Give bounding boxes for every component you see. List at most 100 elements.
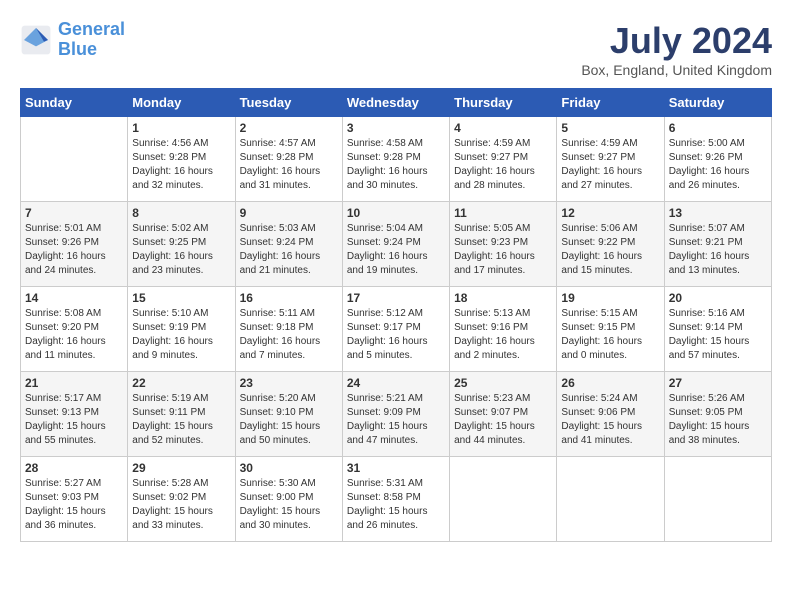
day-header-wednesday: Wednesday xyxy=(342,89,449,117)
calendar-cell: 1 Sunrise: 4:56 AM Sunset: 9:28 PM Daylig… xyxy=(128,117,235,202)
day-info: Sunrise: 4:57 AM Sunset: 9:28 PM Dayligh… xyxy=(240,137,338,193)
calendar-cell: 4 Sunrise: 4:59 AM Sunset: 9:27 PM Daylig… xyxy=(450,117,557,202)
day-number: 22 xyxy=(132,376,230,390)
day-number: 8 xyxy=(132,206,230,220)
day-number: 18 xyxy=(454,291,552,305)
day-info: Sunrise: 5:31 AM Sunset: 8:58 PM Dayligh… xyxy=(347,477,445,533)
calendar-cell: 13 Sunrise: 5:07 AM Sunset: 9:21 PM Dayli… xyxy=(664,202,771,287)
day-number: 13 xyxy=(669,206,767,220)
day-info: Sunrise: 5:20 AM Sunset: 9:10 PM Dayligh… xyxy=(240,392,338,448)
day-info: Sunrise: 5:04 AM Sunset: 9:24 PM Dayligh… xyxy=(347,222,445,278)
week-row-5: 28Sunrise: 5:27 AM Sunset: 9:03 PM Dayli… xyxy=(21,457,772,542)
day-header-saturday: Saturday xyxy=(664,89,771,117)
day-info: Sunrise: 5:03 AM Sunset: 9:24 PM Dayligh… xyxy=(240,222,338,278)
day-info: Sunrise: 5:19 AM Sunset: 9:11 PM Dayligh… xyxy=(132,392,230,448)
day-info: Sunrise: 5:08 AM Sunset: 9:20 PM Dayligh… xyxy=(25,307,123,363)
days-header-row: SundayMondayTuesdayWednesdayThursdayFrid… xyxy=(21,89,772,117)
day-info: Sunrise: 5:30 AM Sunset: 9:00 PM Dayligh… xyxy=(240,477,338,533)
calendar-cell: 3 Sunrise: 4:58 AM Sunset: 9:28 PM Daylig… xyxy=(342,117,449,202)
day-number: 3 xyxy=(347,121,445,135)
location: Box, England, United Kingdom xyxy=(581,62,772,78)
calendar-cell: 25Sunrise: 5:23 AM Sunset: 9:07 PM Dayli… xyxy=(450,372,557,457)
calendar-cell: 29Sunrise: 5:28 AM Sunset: 9:02 PM Dayli… xyxy=(128,457,235,542)
day-info: Sunrise: 5:12 AM Sunset: 9:17 PM Dayligh… xyxy=(347,307,445,363)
calendar-cell: 10 Sunrise: 5:04 AM Sunset: 9:24 PM Dayli… xyxy=(342,202,449,287)
day-info: Sunrise: 5:10 AM Sunset: 9:19 PM Dayligh… xyxy=(132,307,230,363)
day-number: 30 xyxy=(240,461,338,475)
day-info: Sunrise: 5:05 AM Sunset: 9:23 PM Dayligh… xyxy=(454,222,552,278)
calendar-cell: 22 Sunrise: 5:19 AM Sunset: 9:11 PM Dayli… xyxy=(128,372,235,457)
calendar-cell: 7Sunrise: 5:01 AM Sunset: 9:26 PM Daylig… xyxy=(21,202,128,287)
calendar-cell xyxy=(557,457,664,542)
day-number: 24 xyxy=(347,376,445,390)
calendar-cell: 24 Sunrise: 5:21 AM Sunset: 9:09 PM Dayli… xyxy=(342,372,449,457)
day-number: 9 xyxy=(240,206,338,220)
page-header: General Blue July 2024 Box, England, Uni… xyxy=(20,20,772,78)
day-info: Sunrise: 4:59 AM Sunset: 9:27 PM Dayligh… xyxy=(454,137,552,193)
day-header-friday: Friday xyxy=(557,89,664,117)
day-number: 6 xyxy=(669,121,767,135)
day-number: 10 xyxy=(347,206,445,220)
week-row-3: 14 Sunrise: 5:08 AM Sunset: 9:20 PM Dayli… xyxy=(21,287,772,372)
calendar-cell: 27Sunrise: 5:26 AM Sunset: 9:05 PM Dayli… xyxy=(664,372,771,457)
calendar-cell: 9 Sunrise: 5:03 AM Sunset: 9:24 PM Daylig… xyxy=(235,202,342,287)
day-info: Sunrise: 4:58 AM Sunset: 9:28 PM Dayligh… xyxy=(347,137,445,193)
calendar-cell: 17 Sunrise: 5:12 AM Sunset: 9:17 PM Dayli… xyxy=(342,287,449,372)
day-info: Sunrise: 4:56 AM Sunset: 9:28 PM Dayligh… xyxy=(132,137,230,193)
day-number: 17 xyxy=(347,291,445,305)
day-info: Sunrise: 5:07 AM Sunset: 9:21 PM Dayligh… xyxy=(669,222,767,278)
day-number: 1 xyxy=(132,121,230,135)
day-info: Sunrise: 5:15 AM Sunset: 9:15 PM Dayligh… xyxy=(561,307,659,363)
day-info: Sunrise: 5:21 AM Sunset: 9:09 PM Dayligh… xyxy=(347,392,445,448)
day-header-sunday: Sunday xyxy=(21,89,128,117)
calendar-cell: 2 Sunrise: 4:57 AM Sunset: 9:28 PM Daylig… xyxy=(235,117,342,202)
title-section: July 2024 Box, England, United Kingdom xyxy=(581,20,772,78)
calendar-cell: 19 Sunrise: 5:15 AM Sunset: 9:15 PM Dayli… xyxy=(557,287,664,372)
calendar-cell xyxy=(450,457,557,542)
day-number: 19 xyxy=(561,291,659,305)
calendar-cell xyxy=(21,117,128,202)
week-row-1: 1 Sunrise: 4:56 AM Sunset: 9:28 PM Daylig… xyxy=(21,117,772,202)
day-number: 28 xyxy=(25,461,123,475)
logo: General Blue xyxy=(20,20,125,60)
calendar-cell: 11Sunrise: 5:05 AM Sunset: 9:23 PM Dayli… xyxy=(450,202,557,287)
logo-icon xyxy=(20,24,52,56)
calendar-table: SundayMondayTuesdayWednesdayThursdayFrid… xyxy=(20,88,772,542)
day-number: 2 xyxy=(240,121,338,135)
day-number: 31 xyxy=(347,461,445,475)
day-info: Sunrise: 5:01 AM Sunset: 9:26 PM Dayligh… xyxy=(25,222,123,278)
day-info: Sunrise: 5:24 AM Sunset: 9:06 PM Dayligh… xyxy=(561,392,659,448)
calendar-cell: 31 Sunrise: 5:31 AM Sunset: 8:58 PM Dayli… xyxy=(342,457,449,542)
calendar-cell: 8 Sunrise: 5:02 AM Sunset: 9:25 PM Daylig… xyxy=(128,202,235,287)
month-title: July 2024 xyxy=(581,20,772,62)
calendar-cell: 16 Sunrise: 5:11 AM Sunset: 9:18 PM Dayli… xyxy=(235,287,342,372)
day-number: 12 xyxy=(561,206,659,220)
day-header-tuesday: Tuesday xyxy=(235,89,342,117)
day-number: 26 xyxy=(561,376,659,390)
calendar-cell: 20 Sunrise: 5:16 AM Sunset: 9:14 PM Dayli… xyxy=(664,287,771,372)
day-info: Sunrise: 5:00 AM Sunset: 9:26 PM Dayligh… xyxy=(669,137,767,193)
day-number: 15 xyxy=(132,291,230,305)
calendar-cell: 18 Sunrise: 5:13 AM Sunset: 9:16 PM Dayli… xyxy=(450,287,557,372)
calendar-cell: 21Sunrise: 5:17 AM Sunset: 9:13 PM Dayli… xyxy=(21,372,128,457)
calendar-cell: 30 Sunrise: 5:30 AM Sunset: 9:00 PM Dayli… xyxy=(235,457,342,542)
day-info: Sunrise: 5:13 AM Sunset: 9:16 PM Dayligh… xyxy=(454,307,552,363)
calendar-cell: 28Sunrise: 5:27 AM Sunset: 9:03 PM Dayli… xyxy=(21,457,128,542)
calendar-cell: 14 Sunrise: 5:08 AM Sunset: 9:20 PM Dayli… xyxy=(21,287,128,372)
calendar-cell: 6 Sunrise: 5:00 AM Sunset: 9:26 PM Daylig… xyxy=(664,117,771,202)
day-info: Sunrise: 5:23 AM Sunset: 9:07 PM Dayligh… xyxy=(454,392,552,448)
day-number: 27 xyxy=(669,376,767,390)
day-number: 4 xyxy=(454,121,552,135)
day-number: 14 xyxy=(25,291,123,305)
day-info: Sunrise: 5:17 AM Sunset: 9:13 PM Dayligh… xyxy=(25,392,123,448)
day-info: Sunrise: 5:28 AM Sunset: 9:02 PM Dayligh… xyxy=(132,477,230,533)
calendar-cell: 15 Sunrise: 5:10 AM Sunset: 9:19 PM Dayli… xyxy=(128,287,235,372)
day-number: 20 xyxy=(669,291,767,305)
calendar-cell xyxy=(664,457,771,542)
day-info: Sunrise: 5:02 AM Sunset: 9:25 PM Dayligh… xyxy=(132,222,230,278)
day-info: Sunrise: 5:16 AM Sunset: 9:14 PM Dayligh… xyxy=(669,307,767,363)
calendar-cell: 5Sunrise: 4:59 AM Sunset: 9:27 PM Daylig… xyxy=(557,117,664,202)
day-info: Sunrise: 5:11 AM Sunset: 9:18 PM Dayligh… xyxy=(240,307,338,363)
day-number: 16 xyxy=(240,291,338,305)
week-row-4: 21Sunrise: 5:17 AM Sunset: 9:13 PM Dayli… xyxy=(21,372,772,457)
